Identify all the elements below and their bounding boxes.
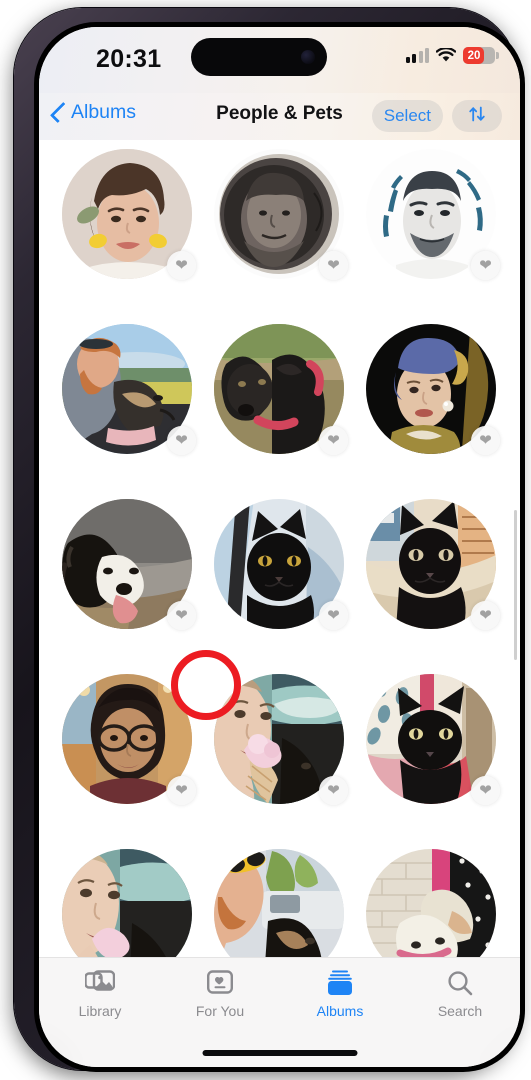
battery-icon: 20	[463, 47, 499, 64]
person-tile-man-with-sunglasses-and-dog[interactable]	[214, 849, 344, 957]
favorite-badge[interactable]: ❤	[167, 251, 196, 280]
front-camera-icon	[301, 50, 315, 64]
photo-row: ❤ ❤ ❤	[39, 665, 520, 840]
heart-icon: ❤	[175, 432, 188, 449]
favorite-badge[interactable]: ❤	[471, 426, 500, 455]
favorite-badge[interactable]: ❤	[319, 776, 348, 805]
person-tile-black-and-white-dog-panting[interactable]: ❤	[62, 499, 196, 630]
favorite-badge[interactable]: ❤	[167, 776, 196, 805]
heart-icon: ❤	[175, 782, 188, 799]
person-thumbnail	[214, 849, 344, 957]
heart-icon: ❤	[327, 607, 340, 624]
select-button-label: Select	[383, 106, 431, 125]
heart-icon: ❤	[479, 432, 492, 449]
heart-icon: ❤	[479, 257, 492, 274]
home-indicator	[202, 1050, 357, 1056]
tab-label: Library	[78, 1003, 122, 1019]
heart-icon: ❤	[327, 432, 340, 449]
favorite-badge[interactable]: ❤	[319, 251, 348, 280]
person-tile-man-with-dog-in-car[interactable]: ❤	[62, 324, 196, 455]
favorite-badge[interactable]: ❤	[319, 426, 348, 455]
tab-search[interactable]: Search	[405, 967, 515, 1019]
photo-stack-icon	[85, 967, 115, 998]
status-time: 20:31	[96, 45, 162, 73]
tab-library[interactable]: Library	[45, 967, 155, 1019]
favorite-badge[interactable]: ❤	[471, 251, 500, 280]
people-and-pets-grid[interactable]: ❤ ❤ ❤ ❤ ❤ ❤ ❤ ❤ ❤ ❤ ❤ ❤	[39, 140, 520, 957]
favorite-badge[interactable]: ❤	[167, 426, 196, 455]
phone-frame: 20:31 20 Albums People & Pets Select ❤ ❤…	[14, 8, 525, 1072]
person-thumbnail	[62, 849, 192, 957]
photo-row: ❤ ❤ ❤	[39, 490, 520, 665]
vertical-scrollbar[interactable]	[513, 510, 517, 660]
person-tile-black-cat-on-chair[interactable]: ❤	[214, 499, 348, 630]
status-bar: 20:31 20	[39, 27, 520, 93]
select-button[interactable]: Select	[371, 100, 443, 132]
sort-arrows-icon	[467, 104, 487, 129]
person-tile-benjamin-franklin-banknote[interactable]: ❤	[214, 149, 348, 280]
page-title: People & Pets	[216, 103, 343, 124]
person-thumbnail	[366, 849, 496, 957]
photo-row: ❤ ❤ ❤	[39, 315, 520, 490]
person-tile-white-dog-held-by-person[interactable]	[366, 849, 496, 957]
person-tile-woman-with-glasses[interactable]: ❤	[62, 674, 196, 805]
navigation-bar: Albums People & Pets Select	[39, 93, 520, 140]
phone-screen: 20:31 20 Albums People & Pets Select ❤ ❤…	[39, 27, 520, 1067]
albums-stack-icon	[326, 967, 354, 998]
tab-label: Albums	[316, 1003, 364, 1019]
favorite-badge[interactable]: ❤	[167, 601, 196, 630]
heart-icon: ❤	[327, 257, 340, 274]
battery-terminal	[496, 52, 499, 59]
photo-row	[39, 840, 520, 957]
tab-for-you[interactable]: For You	[165, 967, 275, 1019]
person-tile-woman-with-yellow-earrings[interactable]: ❤	[62, 149, 196, 280]
person-tile-woman-eating-ice-cream[interactable]: ❤	[214, 674, 348, 805]
heart-icon: ❤	[175, 257, 188, 274]
person-tile-girl-with-pearl-earring-painting[interactable]: ❤	[366, 324, 500, 455]
dynamic-island	[191, 38, 327, 76]
status-indicators: 20	[405, 47, 499, 64]
sort-button[interactable]	[452, 100, 502, 132]
battery-percentage: 20	[467, 49, 481, 62]
for-you-card-icon	[207, 967, 233, 998]
tab-label: For You	[195, 1003, 245, 1019]
heart-icon: ❤	[479, 607, 492, 624]
signal-bars-icon	[405, 48, 429, 63]
photo-row: ❤ ❤ ❤	[39, 140, 520, 315]
heart-icon: ❤	[479, 782, 492, 799]
wifi-icon	[435, 47, 457, 63]
favorite-badge[interactable]: ❤	[471, 601, 500, 630]
tab-label: Search	[437, 1003, 483, 1019]
tab-albums[interactable]: Albums	[285, 967, 395, 1019]
heart-icon: ❤	[327, 782, 340, 799]
person-tile-man-portrait-illustration[interactable]: ❤	[366, 149, 500, 280]
heart-icon: ❤	[175, 607, 188, 624]
favorite-badge[interactable]: ❤	[471, 776, 500, 805]
person-tile-black-kitten-held[interactable]: ❤	[366, 674, 500, 805]
tab-bar: Library For You Albums Search	[39, 957, 520, 1067]
person-tile-black-cat-on-scratching-post[interactable]: ❤	[366, 499, 500, 630]
person-tile-woman-eating-ice-cream-partial[interactable]	[62, 849, 192, 957]
favorite-badge[interactable]: ❤	[319, 601, 348, 630]
magnifier-icon	[447, 967, 473, 998]
person-tile-black-dog-with-red-collar[interactable]: ❤	[214, 324, 348, 455]
